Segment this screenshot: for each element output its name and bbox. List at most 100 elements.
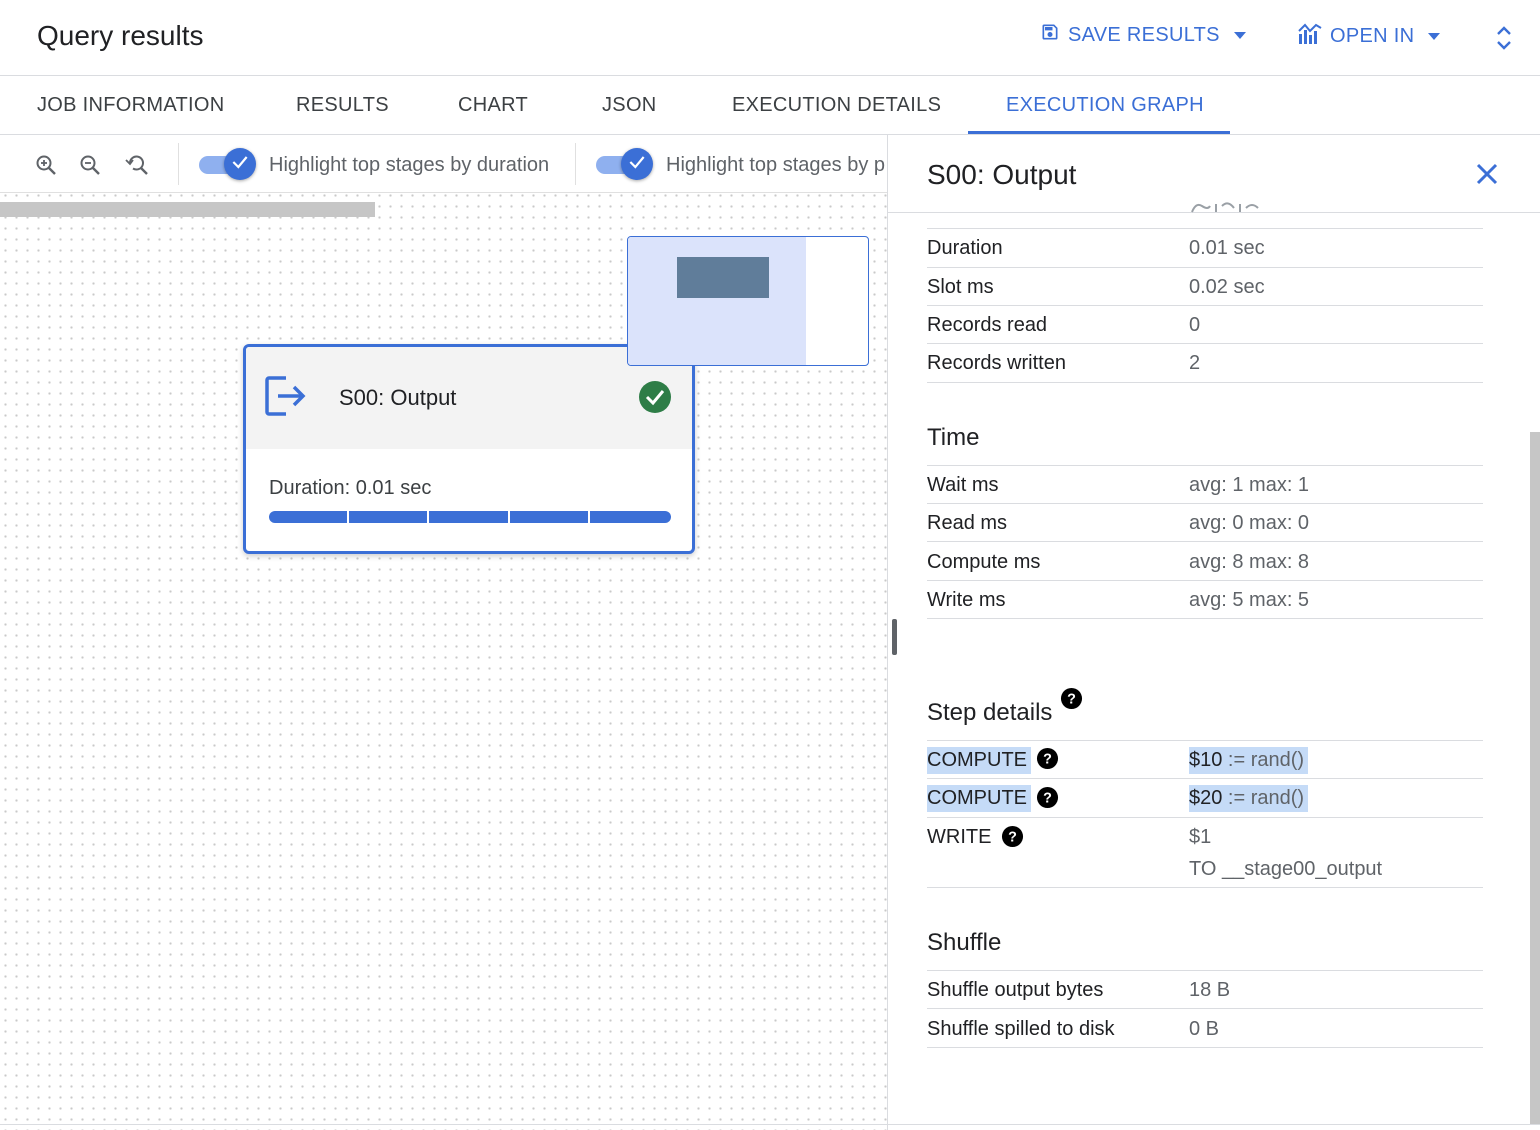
shuffle-key: Shuffle spilled to disk (927, 1018, 1115, 1040)
svg-text:?: ? (1008, 829, 1017, 845)
shuffle-value: 18 B (1189, 979, 1231, 1001)
shuffle-row-spilled: Shuffle spilled to disk 0 B (927, 1009, 1483, 1048)
tab-chart[interactable]: CHART (458, 76, 528, 134)
help-icon[interactable]: ? (1060, 687, 1083, 715)
chevron-down-icon (1428, 32, 1441, 40)
step-key: COMPUTE (927, 785, 1031, 812)
stat-value: 2 (1189, 352, 1201, 374)
chart-icon (1298, 22, 1330, 50)
svg-text:?: ? (1043, 751, 1052, 767)
stat-key: Records read (927, 314, 1048, 336)
page-title: Query results (37, 20, 204, 51)
stat-row-slot-ms: Slot ms 0.02 sec (927, 268, 1483, 306)
shuffle-key: Shuffle output bytes (927, 979, 1104, 1001)
toolbar-divider (178, 143, 179, 185)
stat-value: 0.02 sec (1189, 276, 1265, 298)
shuffle-value: 0 B (1189, 1018, 1220, 1040)
stat-value: 0 (1189, 314, 1201, 336)
stat-row-records-written: Records written 2 (927, 344, 1483, 383)
tab-results[interactable]: RESULTS (296, 76, 389, 134)
stage-duration-bar (269, 511, 671, 523)
minimap-stage-node (677, 257, 769, 298)
stat-value: 0.01 sec (1189, 237, 1265, 259)
time-value: avg: 8 max: 8 (1189, 551, 1310, 573)
stat-key: Slot ms (927, 276, 994, 298)
time-row-write: Write ms avg: 5 max: 5 (927, 581, 1483, 619)
section-title-time: Time (927, 424, 980, 451)
zoom-in-icon[interactable] (34, 153, 58, 182)
step-row-compute-2: COMPUTE ? $20 := rand() (927, 779, 1483, 818)
step-row-compute-1: COMPUTE ? $10 := rand() (927, 741, 1483, 779)
help-icon[interactable]: ? (1036, 786, 1059, 814)
save-icon (1040, 22, 1068, 48)
bottom-divider (0, 1124, 1540, 1125)
vertical-scrollbar[interactable] (1530, 432, 1540, 1124)
stage-node-name: S00: Output (339, 385, 457, 410)
execution-graph-canvas[interactable]: Highlight top stages by duration Highlig… (0, 135, 887, 1130)
step-value-line2: TO __stage00_output (1189, 858, 1383, 880)
pane-splitter (887, 135, 888, 1130)
step-value: $10 := rand() (1189, 747, 1309, 774)
check-icon (627, 152, 647, 177)
time-value: avg: 5 max: 5 (1189, 589, 1310, 611)
query-results-header: Query results SAVE RESULTS OPEN IN (0, 0, 1540, 76)
toolbar-divider (575, 143, 576, 185)
stage-detail-title: S00: Output (927, 159, 1077, 190)
graph-minimap[interactable] (627, 236, 869, 366)
svg-text:?: ? (1067, 691, 1076, 707)
time-value: avg: 1 max: 1 (1189, 474, 1310, 496)
section-title-shuffle: Shuffle (927, 929, 1002, 956)
tab-job-information[interactable]: JOB INFORMATION (37, 76, 224, 134)
svg-text:?: ? (1043, 790, 1052, 806)
step-value-line1: $1 (1189, 826, 1212, 848)
open-in-button[interactable]: OPEN IN (1298, 22, 1441, 50)
help-icon[interactable]: ? (1036, 747, 1059, 775)
toggle-highlight-duration-label: Highlight top stages by duration (269, 154, 550, 176)
toggle-highlight-processing-label: Highlight top stages by p (666, 154, 886, 176)
time-row-read: Read ms avg: 0 max: 0 (927, 504, 1483, 542)
chevron-down-icon (1233, 31, 1246, 39)
zoom-out-icon[interactable] (78, 153, 102, 182)
help-icon[interactable]: ? (1001, 825, 1024, 853)
output-icon (264, 375, 308, 422)
check-icon (230, 152, 250, 177)
stat-key: Records written (927, 352, 1066, 374)
zoom-reset-icon[interactable] (123, 153, 149, 182)
stat-row-records-read: Records read 0 (927, 306, 1483, 344)
step-value: $20 := rand() (1189, 785, 1309, 812)
save-results-label: SAVE RESULTS (1068, 23, 1220, 46)
scrolled-cutoff-text (1190, 200, 1260, 214)
step-key: WRITE (927, 826, 992, 848)
section-title-step-details: Step details (927, 699, 1053, 726)
tab-json[interactable]: JSON (602, 76, 657, 134)
results-tabs: JOB INFORMATION RESULTS CHART JSON EXECU… (0, 76, 1540, 135)
check-circle-icon (638, 380, 672, 419)
time-row-compute: Compute ms avg: 8 max: 8 (927, 542, 1483, 581)
time-key: Write ms (927, 589, 1006, 611)
step-key: COMPUTE (927, 747, 1031, 774)
time-key: Compute ms (927, 551, 1041, 573)
tab-execution-graph[interactable]: EXECUTION GRAPH (1006, 76, 1204, 134)
stage-node-duration: Duration: 0.01 sec (269, 477, 432, 499)
time-row-wait: Wait ms avg: 1 max: 1 (927, 466, 1483, 504)
active-tab-indicator (968, 131, 1230, 134)
graph-toolbar: Highlight top stages by duration Highlig… (0, 135, 887, 193)
save-results-button[interactable]: SAVE RESULTS (1040, 22, 1246, 48)
resize-handle[interactable] (892, 619, 897, 655)
stage-node-header: S00: Output (246, 347, 692, 449)
time-value: avg: 0 max: 0 (1189, 512, 1310, 534)
expand-icon[interactable] (1492, 24, 1516, 57)
open-in-label: OPEN IN (1330, 24, 1415, 47)
toggle-highlight-duration[interactable] (199, 147, 257, 181)
tab-execution-details[interactable]: EXECUTION DETAILS (732, 76, 941, 134)
stat-key: Duration (927, 237, 1003, 259)
toggle-highlight-processing[interactable] (596, 147, 654, 181)
time-key: Read ms (927, 512, 1008, 534)
horizontal-scrollbar[interactable] (0, 202, 375, 217)
step-row-write: WRITE ? $1 TO __stage00_output (927, 818, 1483, 888)
stat-row-duration: Duration 0.01 sec (927, 229, 1483, 268)
close-icon[interactable] (1474, 161, 1500, 192)
shuffle-row-output-bytes: Shuffle output bytes 18 B (927, 971, 1483, 1009)
stage-node-s00[interactable]: S00: Output Duration: 0.01 sec (243, 344, 695, 554)
time-key: Wait ms (927, 474, 999, 496)
